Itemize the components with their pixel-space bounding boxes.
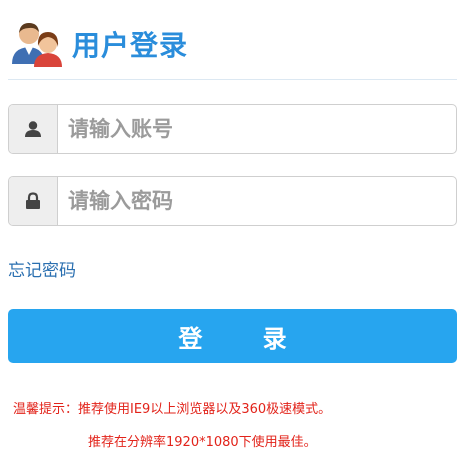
login-button[interactable]: 登 录 [8, 309, 457, 363]
resolution-tip: 推荐在分辨率1920*1080下使用最佳。 [88, 435, 317, 450]
user-icon [9, 105, 58, 153]
username-input[interactable] [58, 105, 456, 153]
forgot-password-link[interactable]: 忘记密码 [8, 256, 76, 281]
username-field-group [8, 104, 457, 154]
login-page: 用户登录 忘记密码 登 录 温馨提示：推荐使用IE9以上浏览器以及360极速模式… [0, 0, 466, 463]
header-divider [8, 79, 457, 80]
browser-tip: 温馨提示：推荐使用IE9以上浏览器以及360极速模式。 [13, 402, 332, 417]
password-input[interactable] [58, 177, 456, 225]
login-header: 用户登录 [8, 20, 188, 68]
page-title: 用户登录 [72, 29, 189, 62]
lock-icon [9, 177, 58, 225]
users-icon [8, 20, 66, 68]
password-field-group [8, 176, 457, 226]
